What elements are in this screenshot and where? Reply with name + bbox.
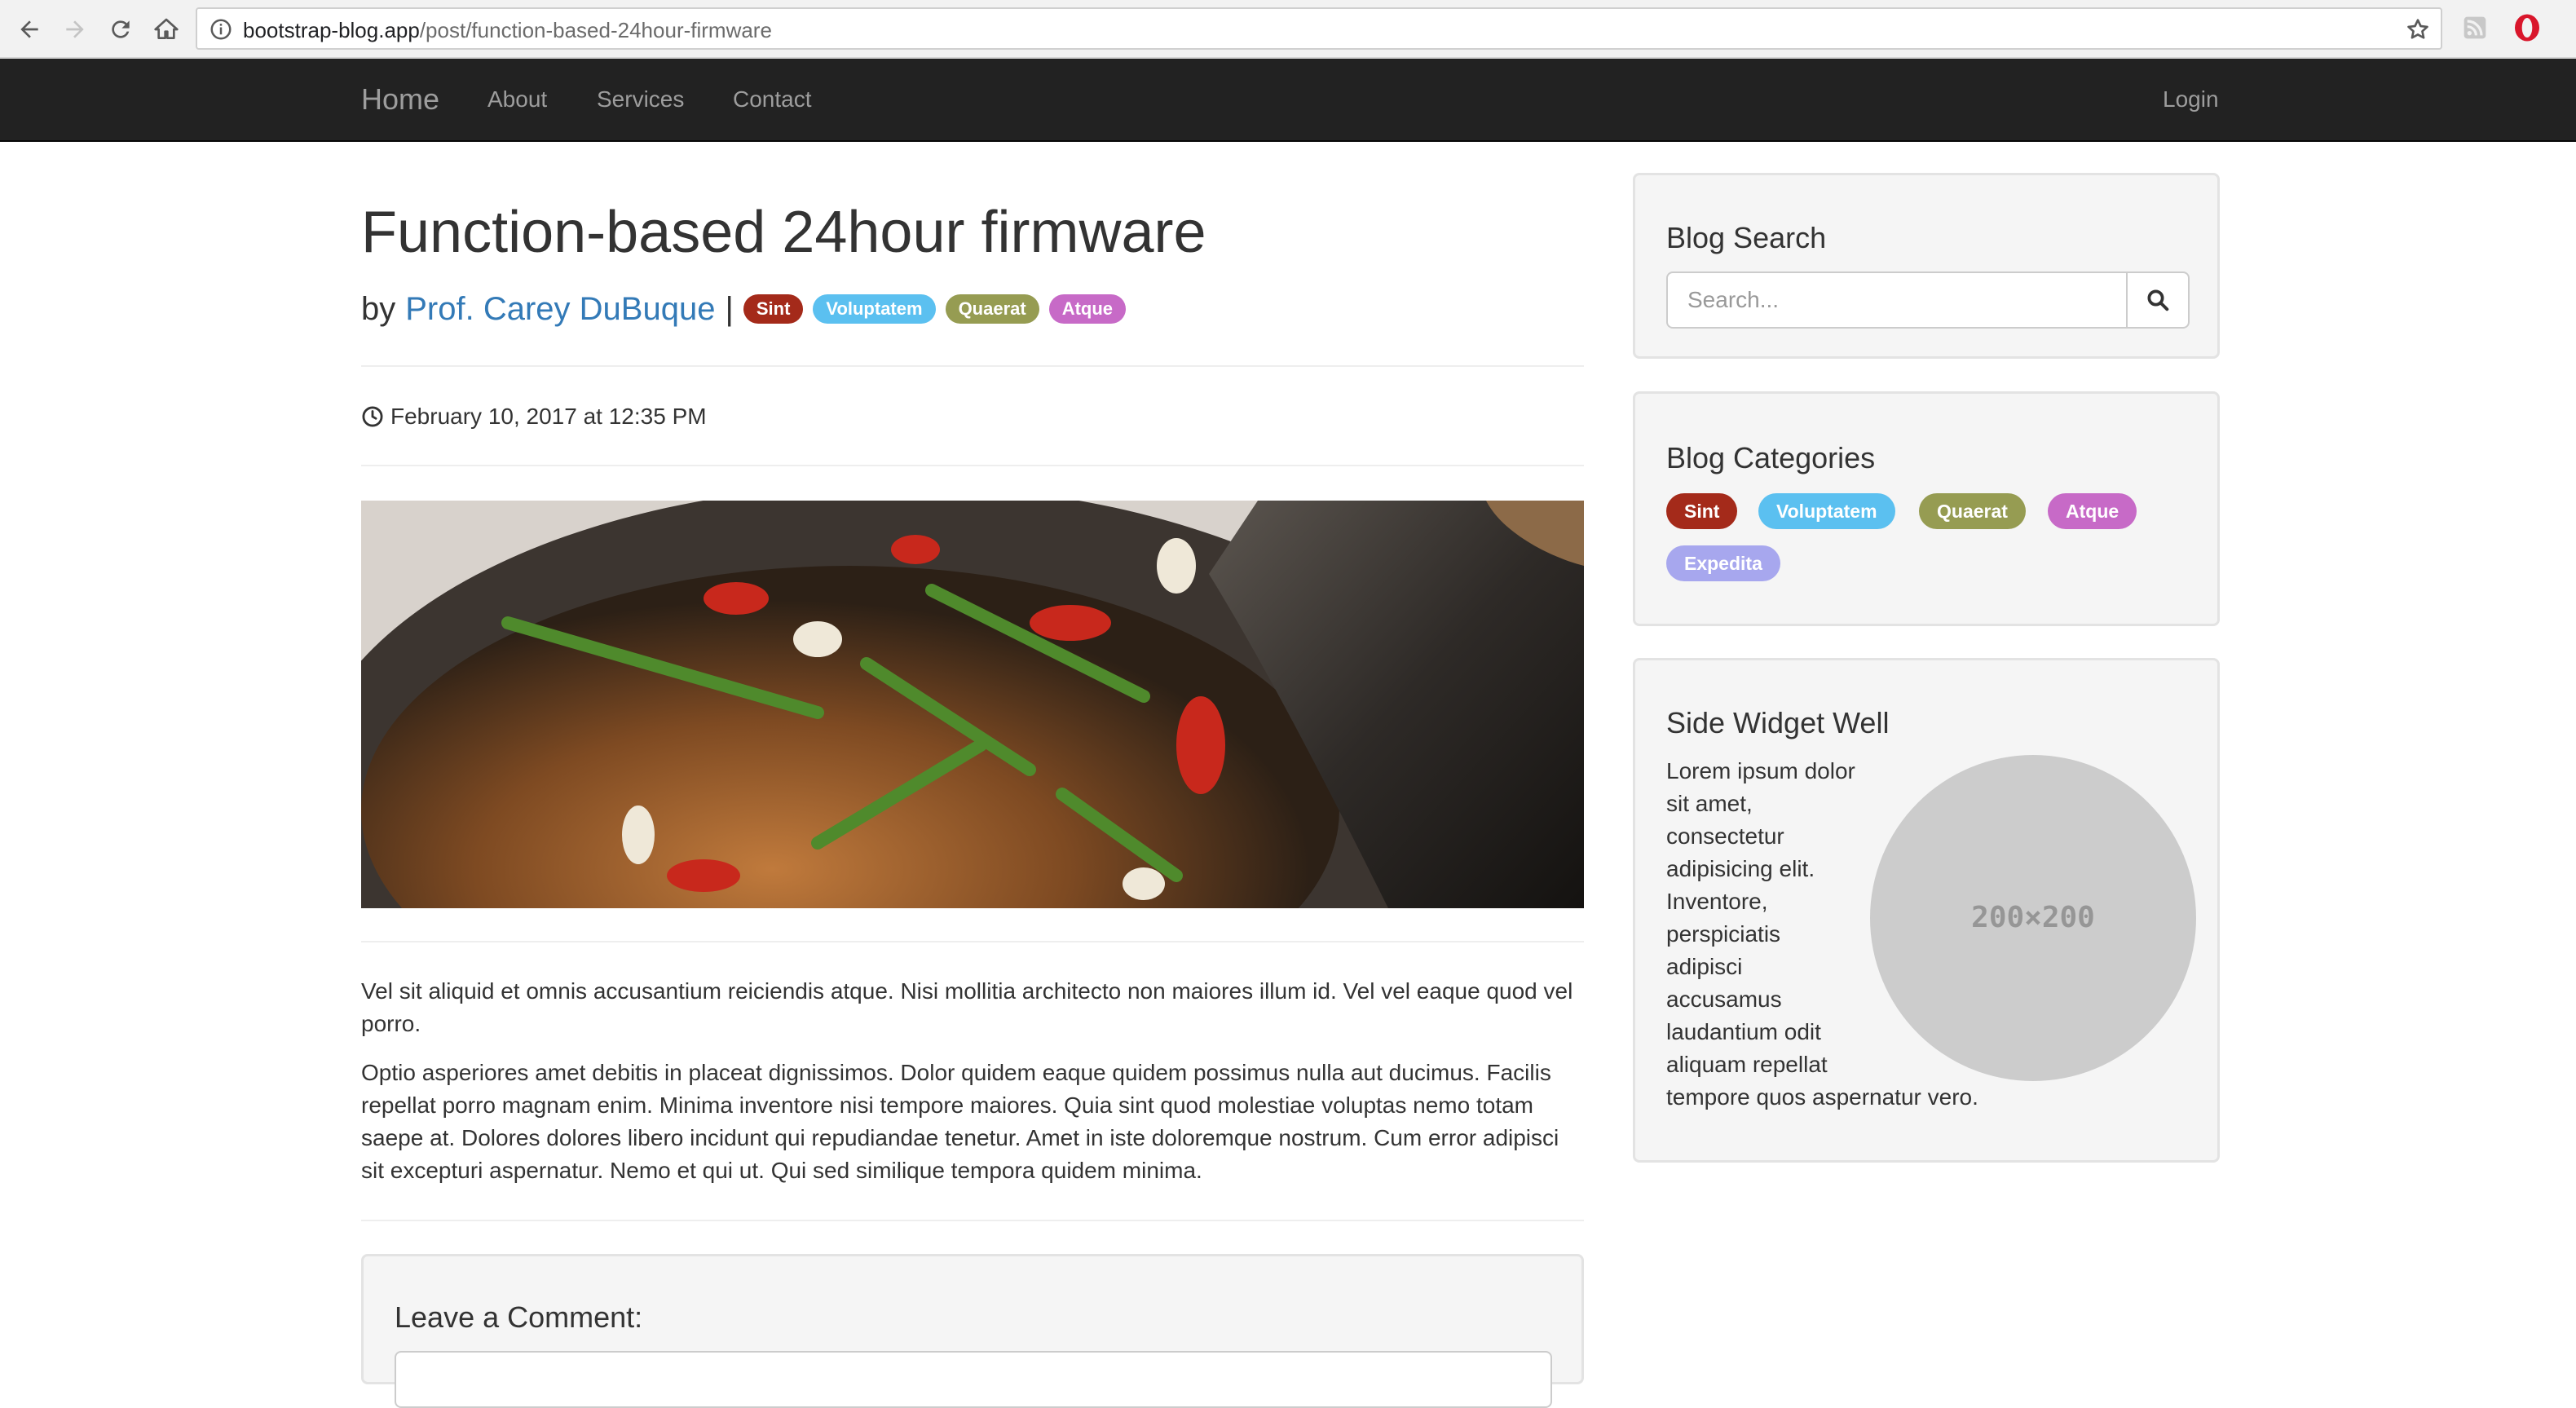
post-date: February 10, 2017 at 12:35 PM	[361, 401, 707, 432]
bookmark-star-icon[interactable]	[2405, 16, 2431, 42]
post-hero-image	[361, 501, 1584, 908]
url-host: bootstrap-blog.app	[243, 18, 420, 42]
blog-categories-heading: Blog Categories	[1666, 441, 1876, 474]
blog-categories-well: Blog Categories Sint Voluptatem Quaerat …	[1633, 391, 2220, 626]
category-badge-expedita[interactable]: Expedita	[1666, 545, 1780, 581]
category-badge-atque[interactable]: Atque	[2048, 493, 2137, 529]
side-widget-text: 200×200 Lorem ipsum dolor sit amet, cons…	[1666, 755, 2196, 1114]
nav-home-brand[interactable]: Home	[361, 59, 439, 140]
post-tag-quaerat[interactable]: Quaerat	[945, 294, 1039, 324]
post-tag-voluptatem[interactable]: Voluptatem	[813, 294, 936, 324]
category-badge-voluptatem[interactable]: Voluptatem	[1758, 493, 1895, 529]
browser-toolbar: bootstrap-blog.app/post/function-based-2…	[0, 0, 2576, 59]
placeholder-image: 200×200	[1870, 755, 2196, 1081]
divider	[361, 1220, 1584, 1221]
home-icon	[154, 18, 179, 39]
author-link[interactable]: Prof. Carey DuBuque	[405, 289, 715, 329]
opera-extension-icon[interactable]	[2512, 13, 2542, 42]
divider	[361, 365, 1584, 367]
nav-link-contact[interactable]: Contact	[733, 59, 812, 140]
address-bar[interactable]: bootstrap-blog.app/post/function-based-2…	[196, 7, 2442, 50]
reload-icon	[112, 20, 130, 38]
arrow-right-icon	[66, 20, 84, 38]
nav-link-services[interactable]: Services	[597, 59, 684, 140]
forward-button[interactable]	[57, 11, 93, 47]
post-title: Function-based 24hour firmware	[361, 200, 1206, 265]
byline-separator: |	[725, 291, 734, 327]
post-date-text: February 10, 2017 at 12:35 PM	[390, 404, 707, 429]
url-path: /post/function-based-24hour-firmware	[419, 18, 772, 42]
clock-icon	[362, 406, 383, 427]
arrow-left-icon	[20, 20, 38, 38]
nav-login-link[interactable]: Login	[2163, 59, 2219, 140]
side-widget-well: Side Widget Well 200×200 Lorem ipsum dol…	[1633, 658, 2220, 1163]
blog-search-well: Blog Search	[1633, 173, 2220, 359]
post-paragraph: Vel sit aliquid et omnis accusantium rei…	[361, 978, 1573, 1036]
side-widget-heading: Side Widget Well	[1666, 706, 1890, 739]
site-navbar: Home About Services Contact Login	[0, 59, 2576, 142]
search-input[interactable]	[1666, 271, 2126, 329]
post-paragraph: Optio asperiores amet debitis in placeat…	[361, 1060, 1559, 1183]
post-byline: by Prof. Carey DuBuque | Sint Voluptatem…	[361, 289, 1127, 329]
category-badge-quaerat[interactable]: Quaerat	[1919, 493, 2026, 529]
post-tag-atque[interactable]: Atque	[1048, 294, 1127, 324]
byline-prefix: by	[361, 291, 396, 327]
divider	[361, 465, 1584, 466]
reload-button[interactable]	[103, 11, 139, 47]
comment-textarea[interactable]	[395, 1351, 1552, 1408]
home-button[interactable]	[148, 11, 184, 47]
nav-link-about[interactable]: About	[487, 59, 547, 140]
search-button[interactable]	[2126, 271, 2190, 329]
comment-heading: Leave a Comment:	[395, 1300, 643, 1334]
url-text[interactable]: bootstrap-blog.app/post/function-based-2…	[243, 18, 772, 42]
rss-extension-icon[interactable]	[2462, 15, 2488, 41]
info-icon[interactable]	[209, 17, 233, 42]
placeholder-image-label: 200×200	[1971, 901, 2095, 934]
divider	[361, 941, 1584, 942]
back-button[interactable]	[11, 11, 47, 47]
category-badge-sint[interactable]: Sint	[1666, 493, 1738, 529]
comment-form: Leave a Comment:	[361, 1254, 1584, 1408]
search-icon	[2147, 289, 2169, 311]
post-tag-sint[interactable]: Sint	[743, 294, 804, 324]
blog-search-heading: Blog Search	[1666, 221, 1827, 254]
